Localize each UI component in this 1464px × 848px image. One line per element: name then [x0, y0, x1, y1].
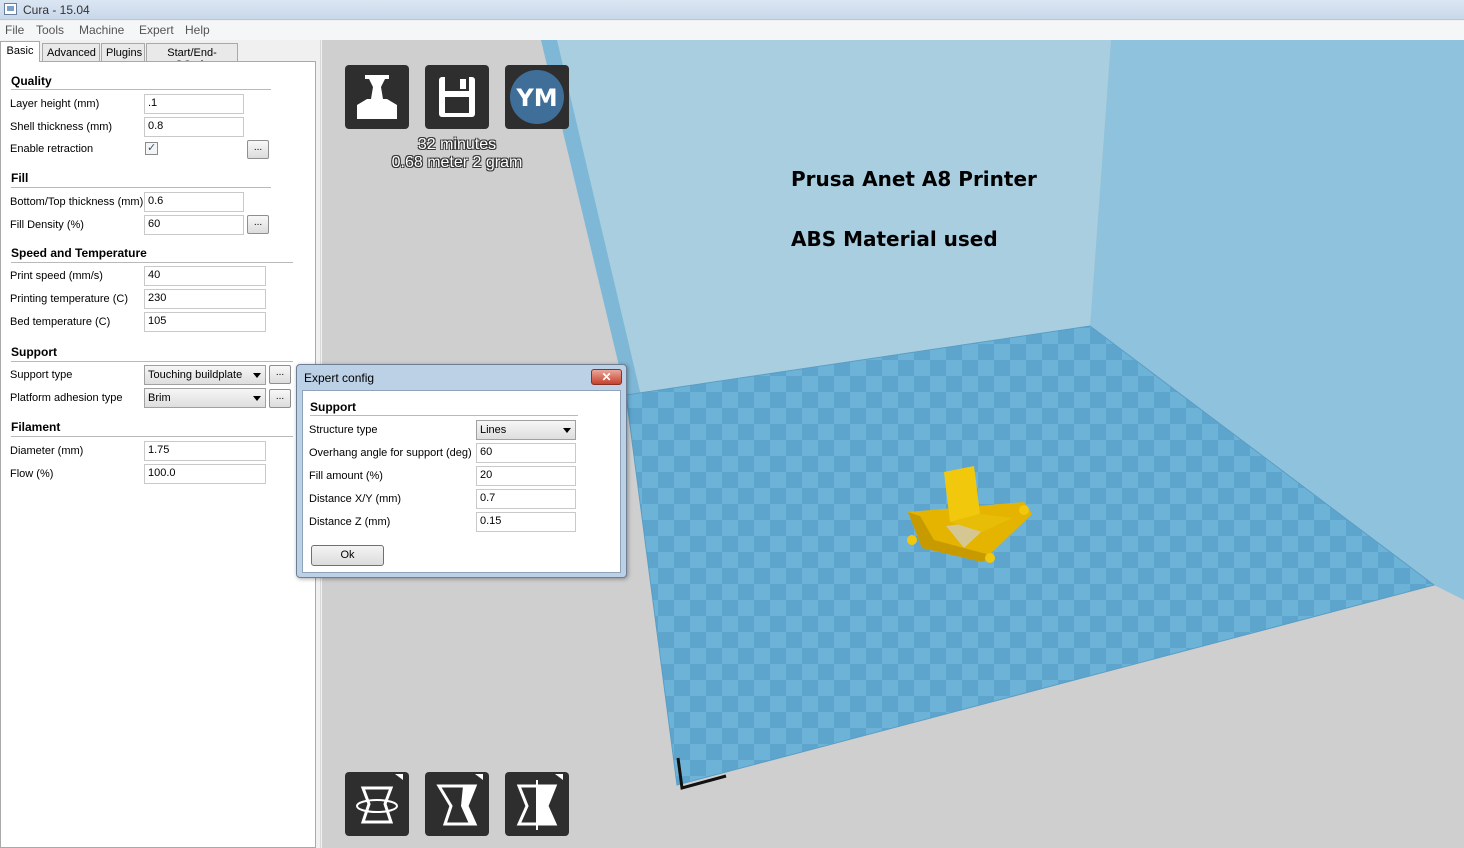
- support-settings-button[interactable]: ...: [269, 365, 291, 384]
- scale-icon: [436, 774, 483, 826]
- structure-type-value: Lines: [480, 424, 507, 436]
- menu-tools[interactable]: Tools: [36, 23, 64, 37]
- diameter-input[interactable]: 1.75: [144, 441, 266, 461]
- distance-z-input[interactable]: 0.15: [476, 512, 576, 532]
- fill-amount-input[interactable]: 20: [476, 466, 576, 486]
- bed-temperature-input[interactable]: 105: [144, 312, 266, 332]
- printing-temperature-input[interactable]: 230: [144, 289, 266, 309]
- print-speed-label: Print speed (mm/s): [10, 270, 103, 282]
- support-type-label: Support type: [10, 369, 73, 381]
- ok-button[interactable]: Ok: [311, 545, 384, 566]
- bottom-top-thickness-input[interactable]: 0.6: [144, 192, 244, 212]
- dialog-support-divider: [310, 415, 578, 416]
- title-bar: Cura - 15.04: [0, 0, 1464, 20]
- rotate-button[interactable]: [345, 772, 409, 836]
- overhang-angle-label: Overhang angle for support (deg): [309, 447, 472, 459]
- fill-amount-label: Fill amount (%): [309, 470, 383, 482]
- flow-input[interactable]: 100.0: [144, 464, 266, 484]
- speed-divider: [11, 262, 293, 263]
- window-title: Cura - 15.04: [23, 3, 90, 17]
- mirror-button[interactable]: [505, 772, 569, 836]
- menu-file[interactable]: File: [5, 23, 24, 37]
- chevron-down-icon: [253, 373, 261, 378]
- structure-type-select[interactable]: Lines: [476, 420, 576, 440]
- tab-basic[interactable]: Basic: [0, 41, 40, 62]
- fill-density-label: Fill Density (%): [10, 219, 84, 231]
- printer-name-text: Prusa Anet A8 Printer: [791, 167, 1037, 191]
- platform-adhesion-value: Brim: [148, 392, 171, 404]
- save-toolpath-button[interactable]: [425, 65, 489, 129]
- distance-xy-input[interactable]: 0.7: [476, 489, 576, 509]
- enable-retraction-label: Enable retraction: [10, 143, 94, 155]
- overhang-angle-input[interactable]: 60: [476, 443, 576, 463]
- fill-heading: Fill: [11, 171, 29, 185]
- structure-type-label: Structure type: [309, 424, 378, 436]
- tab-start-end-gcode[interactable]: Start/End-GCode: [146, 43, 238, 71]
- basic-settings-page: Quality Layer height (mm) .1 Shell thick…: [0, 61, 316, 848]
- dialog-title: Expert config: [304, 371, 375, 385]
- adhesion-settings-button[interactable]: ...: [269, 389, 291, 408]
- chevron-down-icon: [563, 428, 571, 433]
- fill-settings-button[interactable]: ...: [247, 215, 269, 234]
- dialog-body: Support Structure type Lines Overhang an…: [302, 390, 621, 573]
- shell-thickness-label: Shell thickness (mm): [10, 121, 113, 133]
- bed-temperature-label: Bed temperature (C): [10, 316, 111, 328]
- menu-expert[interactable]: Expert: [139, 23, 174, 37]
- platform-adhesion-label: Platform adhesion type: [10, 392, 123, 404]
- load-icon: [357, 75, 397, 119]
- platform-adhesion-select[interactable]: Brim: [144, 388, 266, 408]
- support-type-value: Touching buildplate: [148, 369, 243, 381]
- support-divider: [11, 361, 293, 362]
- settings-panel: Basic Advanced Plugins Start/End-GCode Q…: [0, 40, 321, 848]
- fill-divider: [11, 187, 271, 188]
- scale-button[interactable]: [425, 772, 489, 836]
- dialog-support-heading: Support: [310, 400, 356, 414]
- material-text: ABS Material used: [791, 227, 998, 251]
- quality-divider: [11, 89, 271, 90]
- tab-advanced[interactable]: Advanced: [42, 43, 100, 62]
- expert-config-dialog: Expert config ✕ Support Structure type L…: [296, 364, 627, 578]
- enable-retraction-checkbox[interactable]: [145, 141, 158, 155]
- layer-height-input[interactable]: .1: [144, 94, 244, 114]
- tab-plugins[interactable]: Plugins: [101, 43, 145, 62]
- save-icon: [439, 77, 475, 117]
- distance-z-label: Distance Z (mm): [309, 516, 391, 528]
- chevron-down-icon: [253, 396, 261, 401]
- print-time: 32 minutes: [417, 136, 497, 153]
- diameter-label: Diameter (mm): [10, 445, 84, 457]
- quality-heading: Quality: [11, 74, 52, 88]
- retraction-settings-button[interactable]: ...: [247, 140, 269, 159]
- rotate-icon: [356, 774, 403, 824]
- flow-label: Flow (%): [10, 468, 54, 480]
- printing-temperature-label: Printing temperature (C): [10, 293, 128, 305]
- print-estimate: 32 minutes 0.68 meter 2 gram: [372, 136, 542, 172]
- menu-bar: File Tools Machine Expert Help: [0, 21, 1464, 40]
- fill-density-input[interactable]: 60: [144, 215, 244, 235]
- youmagine-label: YM: [516, 84, 558, 112]
- bottom-top-thickness-label: Bottom/Top thickness (mm): [10, 196, 144, 208]
- print-speed-input[interactable]: 40: [144, 266, 266, 286]
- speed-temperature-heading: Speed and Temperature: [11, 246, 147, 260]
- load-model-button[interactable]: [345, 65, 409, 129]
- print-material: 0.68 meter 2 gram: [391, 154, 523, 171]
- filament-heading: Filament: [11, 420, 61, 434]
- filament-divider: [11, 436, 293, 437]
- distance-xy-label: Distance X/Y (mm): [309, 493, 402, 505]
- menu-help[interactable]: Help: [185, 23, 210, 37]
- support-type-select[interactable]: Touching buildplate: [144, 365, 266, 385]
- layer-height-label: Layer height (mm): [10, 98, 100, 110]
- youmagine-button[interactable]: YM: [505, 65, 569, 129]
- menu-machine[interactable]: Machine: [79, 23, 124, 37]
- cura-app-icon: [4, 3, 17, 15]
- mirror-icon: [516, 774, 563, 830]
- dialog-close-button[interactable]: ✕: [591, 369, 622, 385]
- support-heading: Support: [11, 345, 57, 359]
- shell-thickness-input[interactable]: 0.8: [144, 117, 244, 137]
